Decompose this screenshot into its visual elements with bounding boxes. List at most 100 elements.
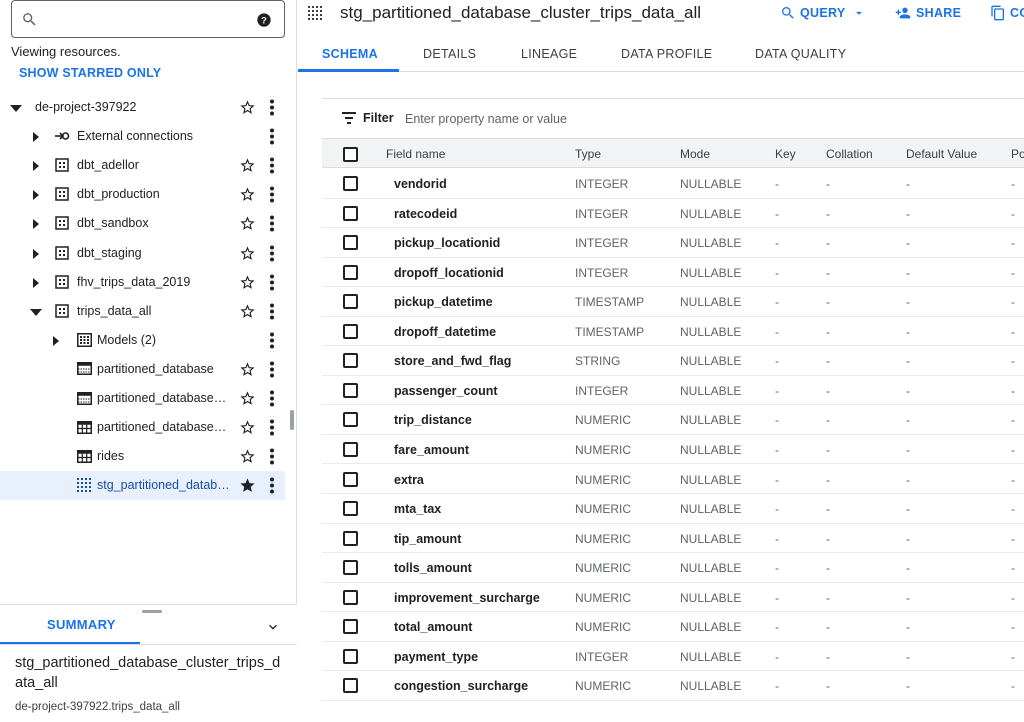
star-outline-icon[interactable] [239, 245, 256, 265]
column-header[interactable]: Default Value [906, 147, 977, 161]
copy-icon [991, 5, 1004, 21]
more-vert-icon[interactable] [268, 245, 276, 265]
filter-input[interactable] [405, 109, 805, 129]
cell-type: TIMESTAMP [575, 295, 645, 310]
star-outline-icon[interactable] [239, 448, 256, 468]
tree-item[interactable]: External connections [0, 122, 285, 151]
tree-scrollbar[interactable] [290, 410, 294, 430]
explorer-search-input[interactable] [48, 7, 248, 31]
more-vert-icon[interactable] [268, 99, 276, 119]
more-vert-icon[interactable] [268, 303, 276, 323]
cell-key: - [775, 590, 779, 605]
expand-arrow-right-icon[interactable] [30, 277, 42, 289]
tree-item[interactable]: trips_data_all [0, 297, 285, 326]
more-vert-icon[interactable] [268, 332, 276, 352]
star-outline-icon[interactable] [239, 361, 256, 381]
star-outline-icon[interactable] [239, 274, 256, 294]
row-checkbox[interactable] [343, 648, 358, 664]
tab-schema[interactable]: SCHEMA [322, 47, 378, 61]
query-button[interactable]: QUERY [780, 5, 870, 21]
column-header[interactable]: Po [1011, 147, 1024, 161]
filter-icon[interactable] [342, 112, 356, 127]
expand-arrow-right-icon[interactable] [30, 160, 42, 172]
row-checkbox[interactable] [343, 353, 358, 369]
tree-item[interactable]: stg_partitioned_databa... [0, 471, 285, 501]
tree-item[interactable]: dbt_production [0, 180, 285, 209]
tree-item[interactable]: dbt_adellor [0, 151, 285, 180]
row-checkbox[interactable] [343, 294, 358, 310]
row-checkbox[interactable] [343, 619, 358, 635]
more-vert-icon[interactable] [268, 274, 276, 294]
row-checkbox[interactable] [343, 678, 358, 694]
more-vert-icon[interactable] [268, 186, 276, 206]
expand-arrow-down-icon[interactable] [30, 306, 42, 318]
row-checkbox[interactable] [343, 205, 358, 221]
star-outline-icon[interactable] [239, 157, 256, 177]
help-icon[interactable]: ? [256, 12, 272, 31]
row-checkbox[interactable] [343, 441, 358, 457]
star-filled-icon[interactable] [239, 477, 256, 497]
resize-handle[interactable] [142, 610, 162, 613]
star-outline-icon[interactable] [239, 419, 256, 439]
column-header[interactable]: Key [775, 147, 796, 161]
cell-key: - [775, 561, 779, 576]
row-checkbox[interactable] [343, 501, 358, 517]
tree-item[interactable]: fhv_trips_data_2019 [0, 268, 285, 297]
tree-item[interactable]: dbt_staging [0, 239, 285, 268]
tree-item[interactable]: partitioned_database_cl... [0, 384, 285, 413]
tab-summary[interactable]: SUMMARY [47, 617, 116, 632]
column-header[interactable]: Type [575, 147, 601, 161]
tree-item[interactable]: de-project-397922 [0, 93, 285, 122]
row-checkbox[interactable] [343, 560, 358, 576]
column-header[interactable]: Mode [680, 147, 710, 161]
more-vert-icon[interactable] [268, 157, 276, 177]
select-all-checkbox[interactable] [343, 147, 358, 162]
expand-arrow-right-icon[interactable] [50, 335, 62, 347]
star-outline-icon[interactable] [239, 186, 256, 206]
row-checkbox[interactable] [343, 235, 358, 251]
tree-item[interactable]: partitioned_database [0, 355, 285, 384]
tab-lineage[interactable]: LINEAGE [521, 47, 577, 61]
share-button[interactable]: SHARE [894, 5, 961, 21]
row-checkbox[interactable] [343, 412, 358, 428]
filter-label[interactable]: Filter [363, 111, 394, 125]
tree-item[interactable]: partitioned_database_cl... [0, 413, 285, 442]
more-vert-icon[interactable] [268, 390, 276, 410]
expand-arrow-right-icon[interactable] [30, 218, 42, 230]
star-outline-icon[interactable] [239, 215, 256, 235]
row-checkbox[interactable] [343, 530, 358, 546]
tree-item[interactable]: dbt_sandbox [0, 209, 285, 238]
expand-arrow-down-icon[interactable] [10, 102, 22, 114]
more-vert-icon[interactable] [268, 448, 276, 468]
row-checkbox[interactable] [343, 382, 358, 398]
cell-type: TIMESTAMP [575, 324, 645, 339]
star-outline-icon[interactable] [239, 303, 256, 323]
cell-type: NUMERIC [575, 502, 631, 517]
tab-details[interactable]: DETAILS [423, 47, 476, 61]
show-starred-only-button[interactable]: SHOW STARRED ONLY [19, 66, 161, 80]
more-vert-icon[interactable] [268, 128, 276, 148]
row-checkbox[interactable] [343, 471, 358, 487]
star-outline-icon[interactable] [239, 99, 256, 119]
tree-item[interactable]: rides [0, 442, 285, 471]
expand-arrow-right-icon[interactable] [30, 131, 42, 143]
more-vert-icon[interactable] [268, 361, 276, 381]
row-checkbox[interactable] [343, 589, 358, 605]
expand-arrow-right-icon[interactable] [30, 189, 42, 201]
column-header[interactable]: Collation [826, 147, 873, 161]
copy-button[interactable]: CO [990, 5, 1024, 21]
chevron-down-icon[interactable] [265, 619, 281, 638]
tree-item[interactable]: Models (2) [0, 326, 285, 355]
row-checkbox[interactable] [343, 264, 358, 280]
row-checkbox[interactable] [343, 323, 358, 339]
more-vert-icon[interactable] [268, 215, 276, 235]
more-vert-icon[interactable] [268, 419, 276, 439]
column-header[interactable]: Field name [386, 147, 445, 161]
more-vert-icon[interactable] [268, 477, 276, 497]
explorer-search-box[interactable]: ? [11, 0, 285, 38]
row-checkbox[interactable] [343, 176, 358, 191]
tab-data-profile[interactable]: DATA PROFILE [621, 47, 712, 61]
expand-arrow-right-icon[interactable] [30, 248, 42, 260]
tab-data-quality[interactable]: DATA QUALITY [755, 47, 846, 61]
star-outline-icon[interactable] [239, 390, 256, 410]
